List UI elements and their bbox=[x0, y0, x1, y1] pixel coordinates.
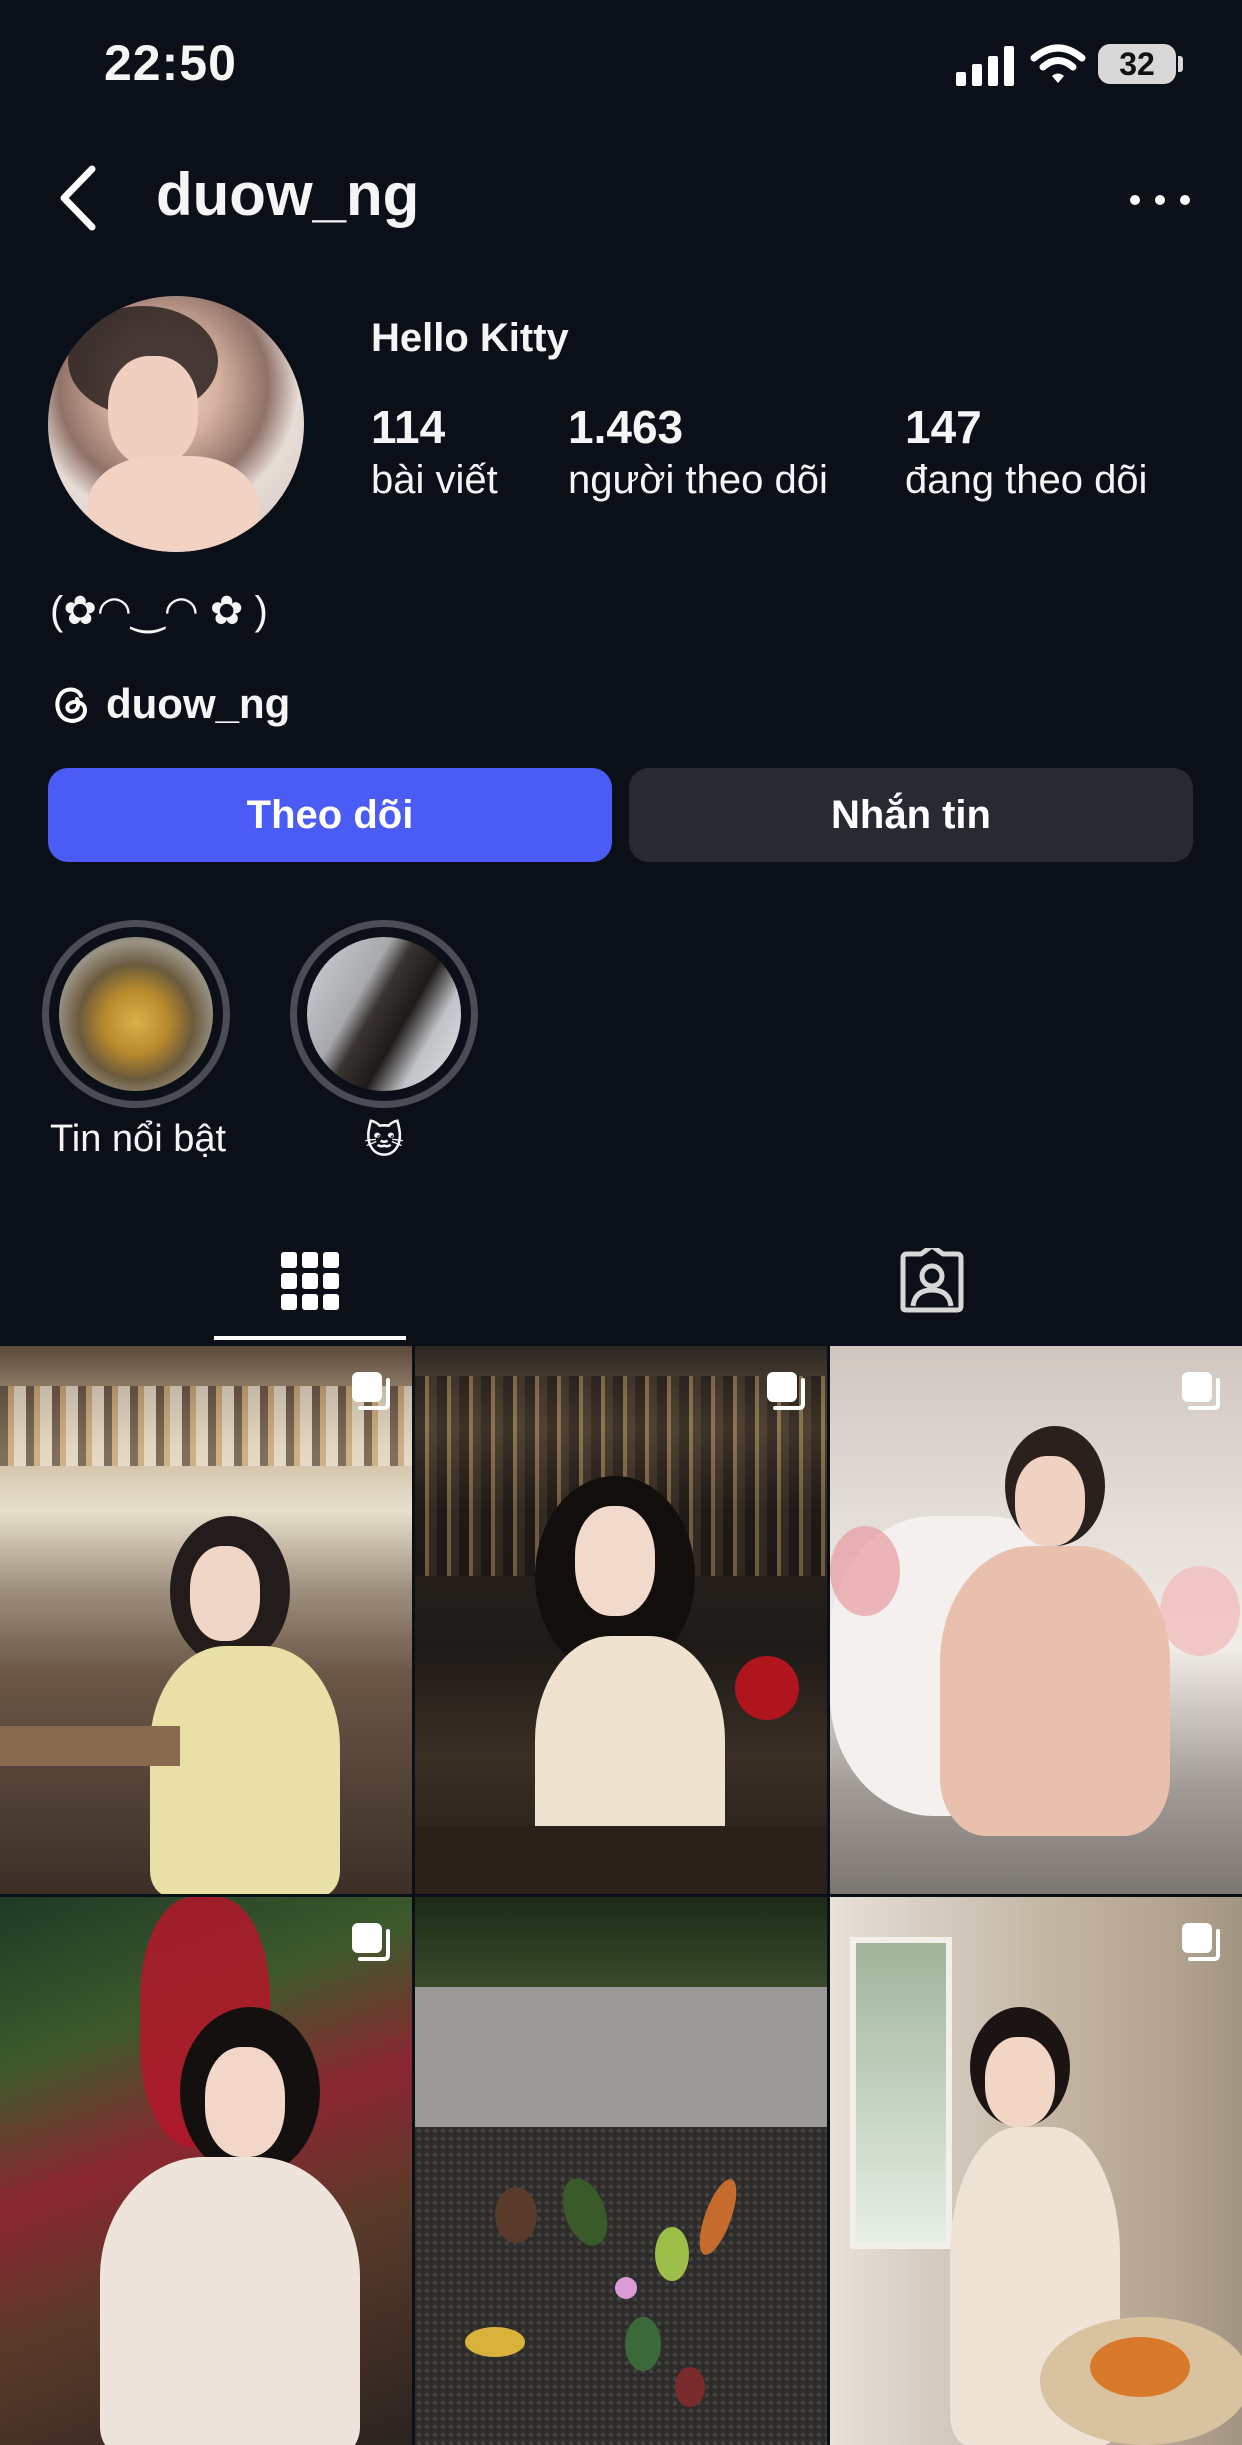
post-thumbnail[interactable] bbox=[830, 1897, 1242, 2445]
wifi-icon bbox=[1030, 44, 1086, 83]
stat-followers[interactable]: 1.463 người theo dõi bbox=[568, 400, 828, 503]
status-time: 22:50 bbox=[104, 35, 237, 91]
back-button[interactable] bbox=[56, 160, 116, 236]
stat-posts[interactable]: 114 bài viết bbox=[371, 400, 498, 503]
stat-followers-count: 1.463 bbox=[568, 401, 684, 453]
tab-tagged[interactable] bbox=[872, 1236, 992, 1326]
post-thumbnail[interactable] bbox=[415, 1346, 827, 1894]
threads-icon bbox=[55, 687, 88, 723]
chevron-left-icon bbox=[60, 165, 96, 231]
stat-posts-label: bài viết bbox=[371, 458, 498, 502]
highlight-cover bbox=[307, 937, 461, 1091]
tab-posts-grid[interactable] bbox=[250, 1236, 370, 1326]
post-thumbnail[interactable] bbox=[0, 1346, 412, 1894]
more-dot-icon bbox=[1180, 195, 1190, 205]
highlight-cover bbox=[59, 937, 213, 1091]
carousel-icon bbox=[767, 1372, 805, 1410]
more-dot-icon bbox=[1130, 195, 1140, 205]
bio-text: (✿◠‿◠ ✿ ) bbox=[50, 589, 268, 633]
story-highlight-2[interactable] bbox=[290, 920, 478, 1108]
battery-icon: 32 bbox=[1098, 44, 1176, 84]
stat-posts-count: 114 bbox=[371, 401, 446, 453]
carousel-icon bbox=[352, 1372, 390, 1410]
carousel-icon bbox=[352, 1923, 390, 1961]
stat-followers-label: người theo dõi bbox=[568, 458, 828, 502]
avatar[interactable] bbox=[48, 296, 304, 552]
stat-following-label: đang theo dõi bbox=[905, 458, 1148, 502]
post-thumbnail[interactable] bbox=[0, 1897, 412, 2445]
follow-button[interactable]: Theo dõi bbox=[48, 768, 612, 862]
stat-following[interactable]: 147 đang theo dõi bbox=[905, 400, 1147, 503]
threads-link[interactable]: duow_ng bbox=[50, 680, 290, 728]
post-thumbnail[interactable] bbox=[415, 1897, 827, 2445]
more-dot-icon bbox=[1155, 195, 1165, 205]
tagged-person-icon bbox=[900, 1248, 964, 1313]
carousel-icon bbox=[1182, 1923, 1220, 1961]
highlight-label: 🐱 bbox=[364, 1120, 404, 1162]
active-tab-indicator bbox=[214, 1336, 406, 1340]
post-thumbnail[interactable] bbox=[830, 1346, 1242, 1894]
carousel-icon bbox=[1182, 1372, 1220, 1410]
threads-handle: duow_ng bbox=[106, 680, 291, 727]
message-button[interactable]: Nhắn tin bbox=[629, 768, 1193, 862]
stat-following-count: 147 bbox=[905, 401, 982, 453]
grid-icon bbox=[281, 1252, 339, 1310]
highlight-label: Tin nổi bật bbox=[49, 1118, 227, 1160]
battery-tip bbox=[1178, 56, 1183, 72]
display-name: Hello Kitty bbox=[371, 316, 569, 360]
cellular-signal-icon bbox=[956, 44, 1016, 86]
story-highlight-1[interactable] bbox=[42, 920, 230, 1108]
more-options-button[interactable] bbox=[1130, 180, 1190, 220]
profile-username-title: duow_ng bbox=[156, 161, 420, 228]
